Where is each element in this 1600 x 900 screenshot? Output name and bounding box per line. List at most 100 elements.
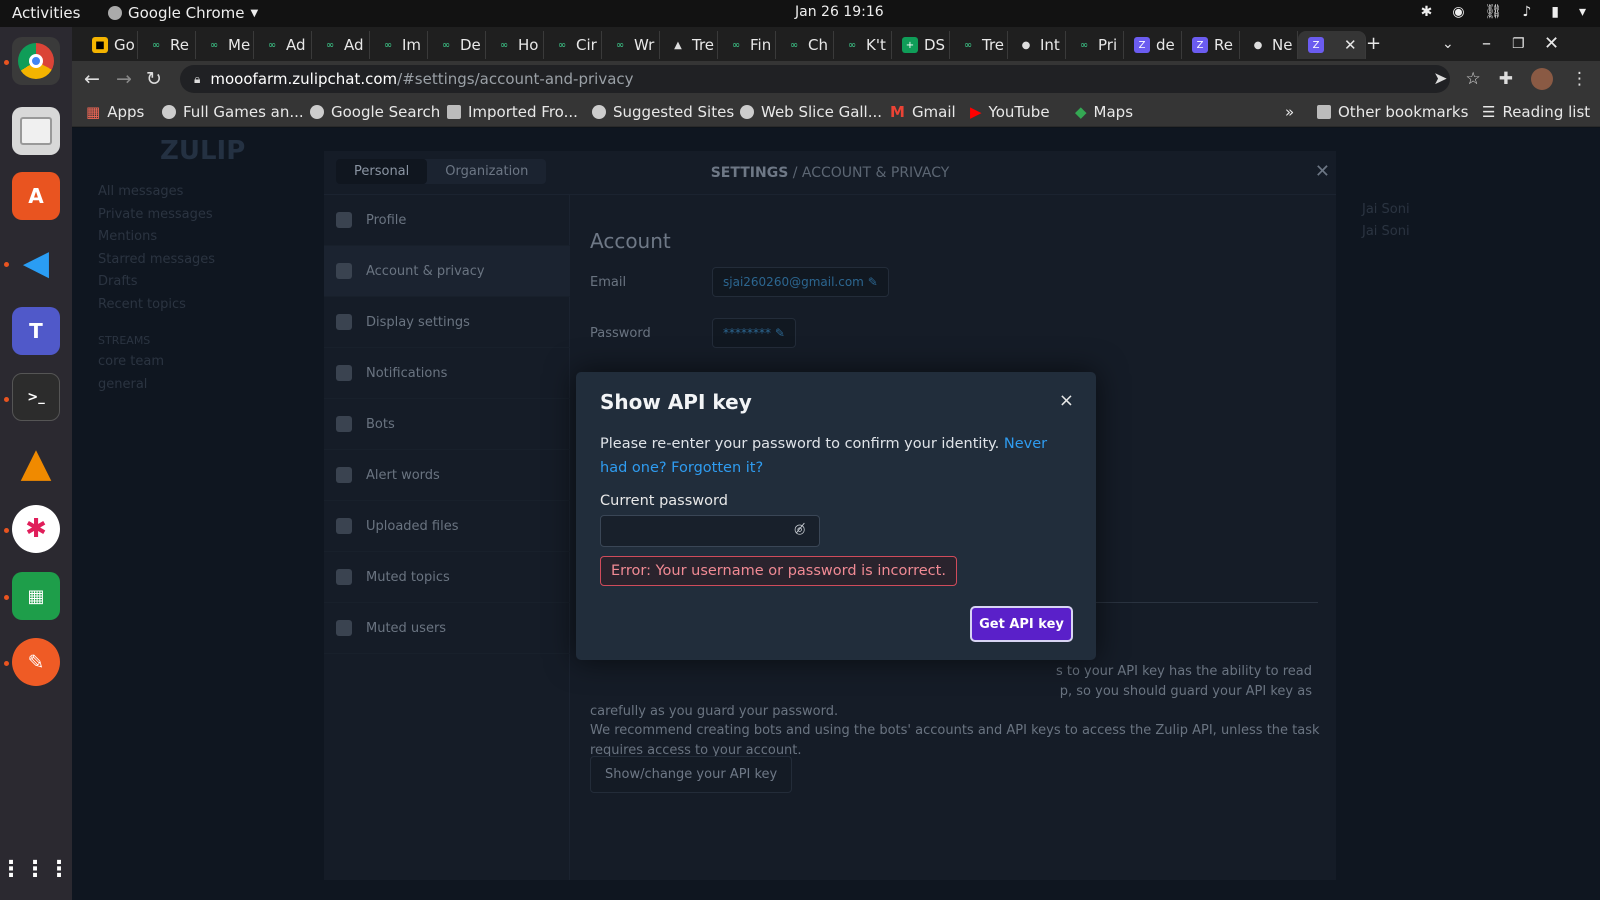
tab-close-icon[interactable]: ✕ (1344, 36, 1357, 54)
slack-dock-icon[interactable]: ✱ (12, 505, 60, 553)
tab-favicon-icon: ∞ (963, 39, 973, 51)
calc-dock-icon[interactable]: ▦ (12, 572, 60, 620)
terminal-dock-icon[interactable]: >_ (12, 373, 60, 421)
vlc-dock-icon[interactable]: ▲ (12, 439, 60, 487)
slack-tray-icon: ✱ (1420, 4, 1433, 20)
nav-drafts[interactable]: Drafts (98, 274, 138, 289)
system-tray[interactable]: ✱ ◉ ⛓ ♪ ▮ ▾ (1421, 4, 1586, 20)
browser-tab[interactable]: ∞ Fin (718, 31, 776, 59)
sidebar-item-notifications[interactable]: Notifications (324, 348, 570, 399)
bookmark-item[interactable]: Full Games an... (162, 103, 304, 121)
nav-all-messages[interactable]: All messages (98, 184, 183, 199)
bookmark-item[interactable]: Google Search (310, 103, 440, 121)
profile-avatar[interactable] (1531, 68, 1553, 90)
browser-tab[interactable]: ∞ Wr (602, 31, 660, 59)
eye-slash-icon[interactable]: ◎̸ (794, 522, 805, 537)
tab-strip: ■ Go ∞ Re ∞ Me ∞ Ad ∞ Ad ∞ Im ∞ De ∞ Ho ∞ Cir ∞ Wr… (72, 27, 1600, 61)
user-list-item[interactable]: Jai Soni (1362, 202, 1410, 217)
files-dock-icon[interactable] (12, 107, 60, 155)
browser-tab[interactable]: ● Int (1008, 31, 1066, 59)
reading-list[interactable]: ☰ Reading list (1482, 103, 1590, 121)
software-dock-icon[interactable]: A (12, 172, 60, 220)
browser-tab[interactable]: ∞ Ho (486, 31, 544, 59)
browser-tab[interactable]: ∞ Ch (776, 31, 834, 59)
other-bookmarks[interactable]: Other bookmarks (1317, 103, 1468, 121)
browser-tab[interactable]: Z Re (1182, 31, 1240, 59)
chrome-dock-icon[interactable] (12, 37, 60, 85)
extensions-icon[interactable]: ✚ (1499, 69, 1513, 89)
nav-recent-topics[interactable]: Recent topics (98, 297, 186, 312)
pencil-icon: ✎ (867, 275, 878, 289)
tab-favicon-icon: ∞ (731, 39, 741, 51)
nav-mentions[interactable]: Mentions (98, 229, 157, 244)
browser-tab[interactable]: Zde (1124, 31, 1182, 59)
tab-favicon-icon: ∞ (209, 39, 219, 51)
browser-tab[interactable]: ∞ De (428, 31, 486, 59)
browser-tab[interactable]: ∞ Im (370, 31, 428, 59)
address-bar[interactable]: 🔒︎ mooofarm.zulipchat.com/#settings/acco… (180, 65, 1450, 93)
new-tab-button[interactable]: + (1366, 33, 1381, 54)
sidebar-item-uploaded-files[interactable]: Uploaded files (324, 501, 570, 552)
user-list-item[interactable]: Jai Soni (1362, 224, 1410, 239)
browser-tab[interactable]: ∞ Re (138, 31, 196, 59)
bookmark-item[interactable]: Web Slice Gall... (740, 103, 882, 121)
browser-tab[interactable]: ∞ Me (196, 31, 254, 59)
vscode-dock-icon[interactable]: ◀ (12, 239, 60, 287)
show-apps-icon[interactable]: ⋮⋮⋮ (0, 845, 70, 893)
teams-dock-icon[interactable]: T (12, 307, 60, 355)
send-icon[interactable]: ➤ (1433, 69, 1447, 89)
browser-tab[interactable]: ∞ Pri (1066, 31, 1124, 59)
api-warning-text: p, so you should guard your API key as (1059, 684, 1312, 699)
sidebar-item-account-privacy[interactable]: Account & privacy (324, 246, 570, 297)
bookmark-item[interactable]: ▶ YouTube (970, 103, 1050, 121)
stream-core-team[interactable]: core team (98, 354, 164, 369)
sidebar-item-bots[interactable]: Bots (324, 399, 570, 450)
browser-tab[interactable]: + DS (892, 31, 950, 59)
tab-search-icon[interactable]: ⌄ (1442, 36, 1454, 52)
browser-tab[interactable]: ∞ Tre (950, 31, 1008, 59)
bookmark-item[interactable]: Suggested Sites (592, 103, 734, 121)
activities-button[interactable]: Activities (12, 4, 80, 22)
postman-dock-icon[interactable]: ✎ (12, 638, 60, 686)
menu-icon[interactable]: ⋮ (1571, 69, 1588, 89)
bookmarks-overflow[interactable]: » (1285, 103, 1294, 121)
browser-tab[interactable]: ∞ Ad (254, 31, 312, 59)
current-password-input[interactable] (600, 515, 820, 547)
browser-tab-active[interactable]: Z ✕ (1298, 31, 1366, 59)
window-close-icon[interactable]: ✕ (1544, 33, 1559, 54)
bookmark-item[interactable]: M Gmail (890, 103, 956, 121)
browser-tab[interactable]: ■ Go (82, 31, 138, 59)
settings-close-icon[interactable]: ✕ (1315, 161, 1330, 182)
nav-private-messages[interactable]: Private messages (98, 207, 213, 222)
github-icon: ● (1253, 39, 1263, 51)
browser-tab[interactable]: ∞ K't (834, 31, 892, 59)
get-api-key-button[interactable]: Get API key (970, 606, 1073, 642)
sidebar-item-muted-topics[interactable]: Muted topics (324, 552, 570, 603)
star-icon[interactable]: ☆ (1466, 69, 1481, 89)
sidebar-item-alert-words[interactable]: Alert words (324, 450, 570, 501)
sidebar-item-display[interactable]: Display settings (324, 297, 570, 348)
bookmark-item[interactable]: ◆ Maps (1075, 103, 1133, 121)
password-change-button[interactable]: ******** ✎ (712, 318, 796, 348)
minimize-icon[interactable]: – (1482, 33, 1491, 54)
sidebar-item-profile[interactable]: Profile (324, 195, 570, 246)
bookmark-folder[interactable]: Imported Fro... (447, 103, 578, 121)
browser-tab[interactable]: ∞ Ad (312, 31, 370, 59)
browser-tab[interactable]: ▲ Tre (660, 31, 718, 59)
show-api-key-button[interactable]: Show/change your API key (590, 756, 793, 793)
forward-icon[interactable]: → (116, 68, 132, 90)
bookmark-apps[interactable]: ▦ Apps (86, 103, 144, 121)
browser-tab[interactable]: ∞ Cir (544, 31, 602, 59)
reload-icon[interactable]: ↻ (146, 68, 162, 90)
clock[interactable]: Jan 26 19:16 (795, 4, 884, 20)
back-icon[interactable]: ← (84, 68, 100, 90)
api-warning-text: carefully as you guard your password. (590, 704, 839, 719)
stream-general[interactable]: general (98, 377, 147, 392)
email-change-button[interactable]: sjai260260@gmail.com ✎ (712, 267, 889, 297)
browser-tab[interactable]: ● Ne (1240, 31, 1298, 59)
modal-close-icon[interactable]: × (1059, 390, 1074, 411)
restore-icon[interactable]: ❐ (1512, 36, 1525, 52)
sidebar-item-muted-users[interactable]: Muted users (324, 603, 570, 654)
nav-starred[interactable]: Starred messages (98, 252, 215, 267)
app-menu[interactable]: Google Chrome ▼ (108, 4, 258, 22)
